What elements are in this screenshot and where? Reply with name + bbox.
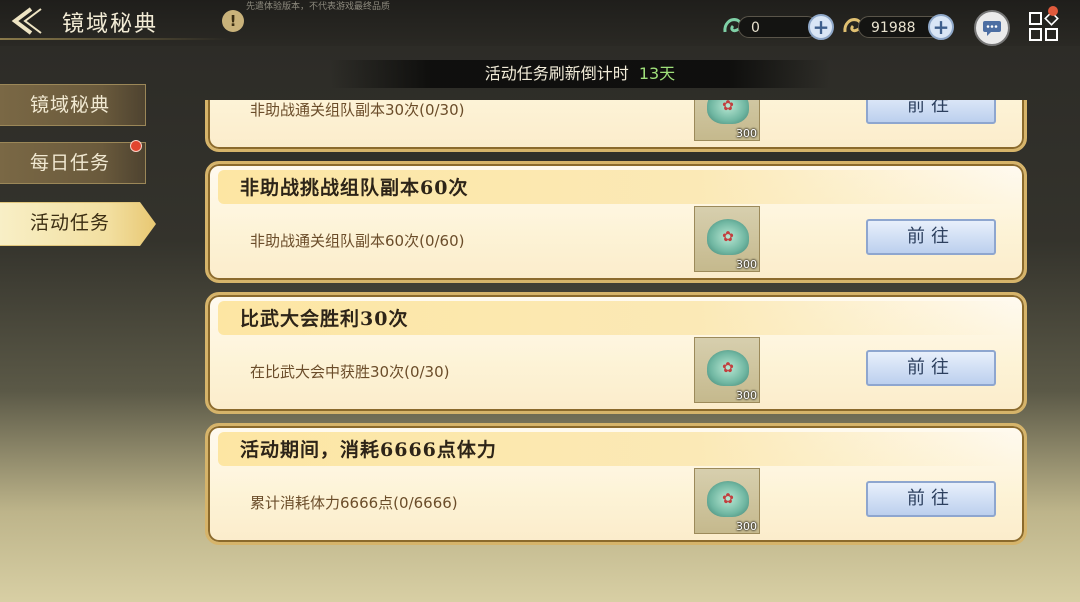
task-description: 在比武大会中获胜30次(0/30) [250,363,450,381]
task-description: 非助战通关组队副本30次(0/30) [250,101,465,119]
chat-bubble-svg [983,21,1001,36]
page-title: 镜域秘典 [62,12,159,37]
notification-dot [130,140,142,152]
menu-notification-dot [1048,6,1058,16]
task-description: 累计消耗体力6666点(0/6666) [250,494,458,512]
reward-quantity: 300 [736,520,757,533]
jade-amount: 0 [738,16,818,38]
reward-item[interactable]: ✿ 300 [694,206,760,272]
top-bar: 镜域秘典 ! 先遣体验版本，不代表游戏最终品质 0 + 91988 + [0,0,1080,46]
add-gold-button[interactable]: + [928,14,954,40]
lotus-leaf-icon: ✿ [707,350,749,386]
sidebar-item-mirror-codex[interactable]: 镜域秘典 [0,84,146,126]
go-button[interactable]: 前往 [866,100,996,124]
refresh-countdown-banner: 活动任务刷新倒计时 13天 [330,60,830,88]
back-arrow-icon[interactable] [6,6,52,38]
back-arrow-svg [11,7,42,35]
reward-item[interactable]: ✿ 300 [694,468,760,534]
lotus-leaf-icon: ✿ [707,100,749,124]
title-underline [0,38,230,40]
task-title: 非助战挑战组队副本60次 [240,177,469,199]
lotus-leaf-icon: ✿ [707,481,749,517]
reward-item[interactable]: ✿ 300 [694,337,760,403]
task-title: 活动期间，消耗6666点体力 [240,439,497,461]
grid-square [1029,28,1042,41]
info-icon[interactable]: ! [222,10,244,32]
reward-item[interactable]: ✿ 300 [694,100,760,141]
grid-square [1045,28,1058,41]
sidebar-item-daily-tasks[interactable]: 每日任务 [0,142,146,184]
version-disclaimer: 先遣体验版本，不代表游戏最终品质 [246,2,391,12]
task-list[interactable]: 非助战通关组队副本30次(0/30) ✿ 300 前往 非助战挑战组队副本60次… [205,100,1035,560]
task-card: 非助战挑战组队副本60次 非助战通关组队副本60次(0/60) ✿ 300 前往 [205,161,1027,283]
task-card: 非助战通关组队副本30次(0/30) ✿ 300 前往 [205,100,1027,152]
task-description: 非助战通关组队副本60次(0/60) [250,232,465,250]
task-title: 比武大会胜利30次 [240,308,409,330]
currency-gold: 91988 + [840,14,958,40]
grid-square [1029,12,1042,25]
task-card: 比武大会胜利30次 在比武大会中获胜30次(0/30) ✿ 300 前往 [205,292,1027,414]
countdown-days: 13天 [638,64,676,83]
go-button[interactable]: 前往 [866,219,996,255]
reward-quantity: 300 [736,389,757,402]
lotus-leaf-icon: ✿ [707,219,749,255]
countdown-label: 活动任务刷新倒计时 [484,64,629,83]
add-jade-button[interactable]: + [808,14,834,40]
chat-icon[interactable] [974,10,1010,46]
currency-jade: 0 + [720,14,836,40]
go-button[interactable]: 前往 [866,350,996,386]
go-button[interactable]: 前往 [866,481,996,517]
grid-menu-icon[interactable] [1026,6,1066,46]
task-card: 活动期间，消耗6666点体力 累计消耗体力6666点(0/6666) ✿ 300… [205,423,1027,545]
sidebar-item-event-tasks[interactable]: 活动任务 [0,202,156,246]
reward-quantity: 300 [736,127,757,140]
reward-quantity: 300 [736,258,757,271]
